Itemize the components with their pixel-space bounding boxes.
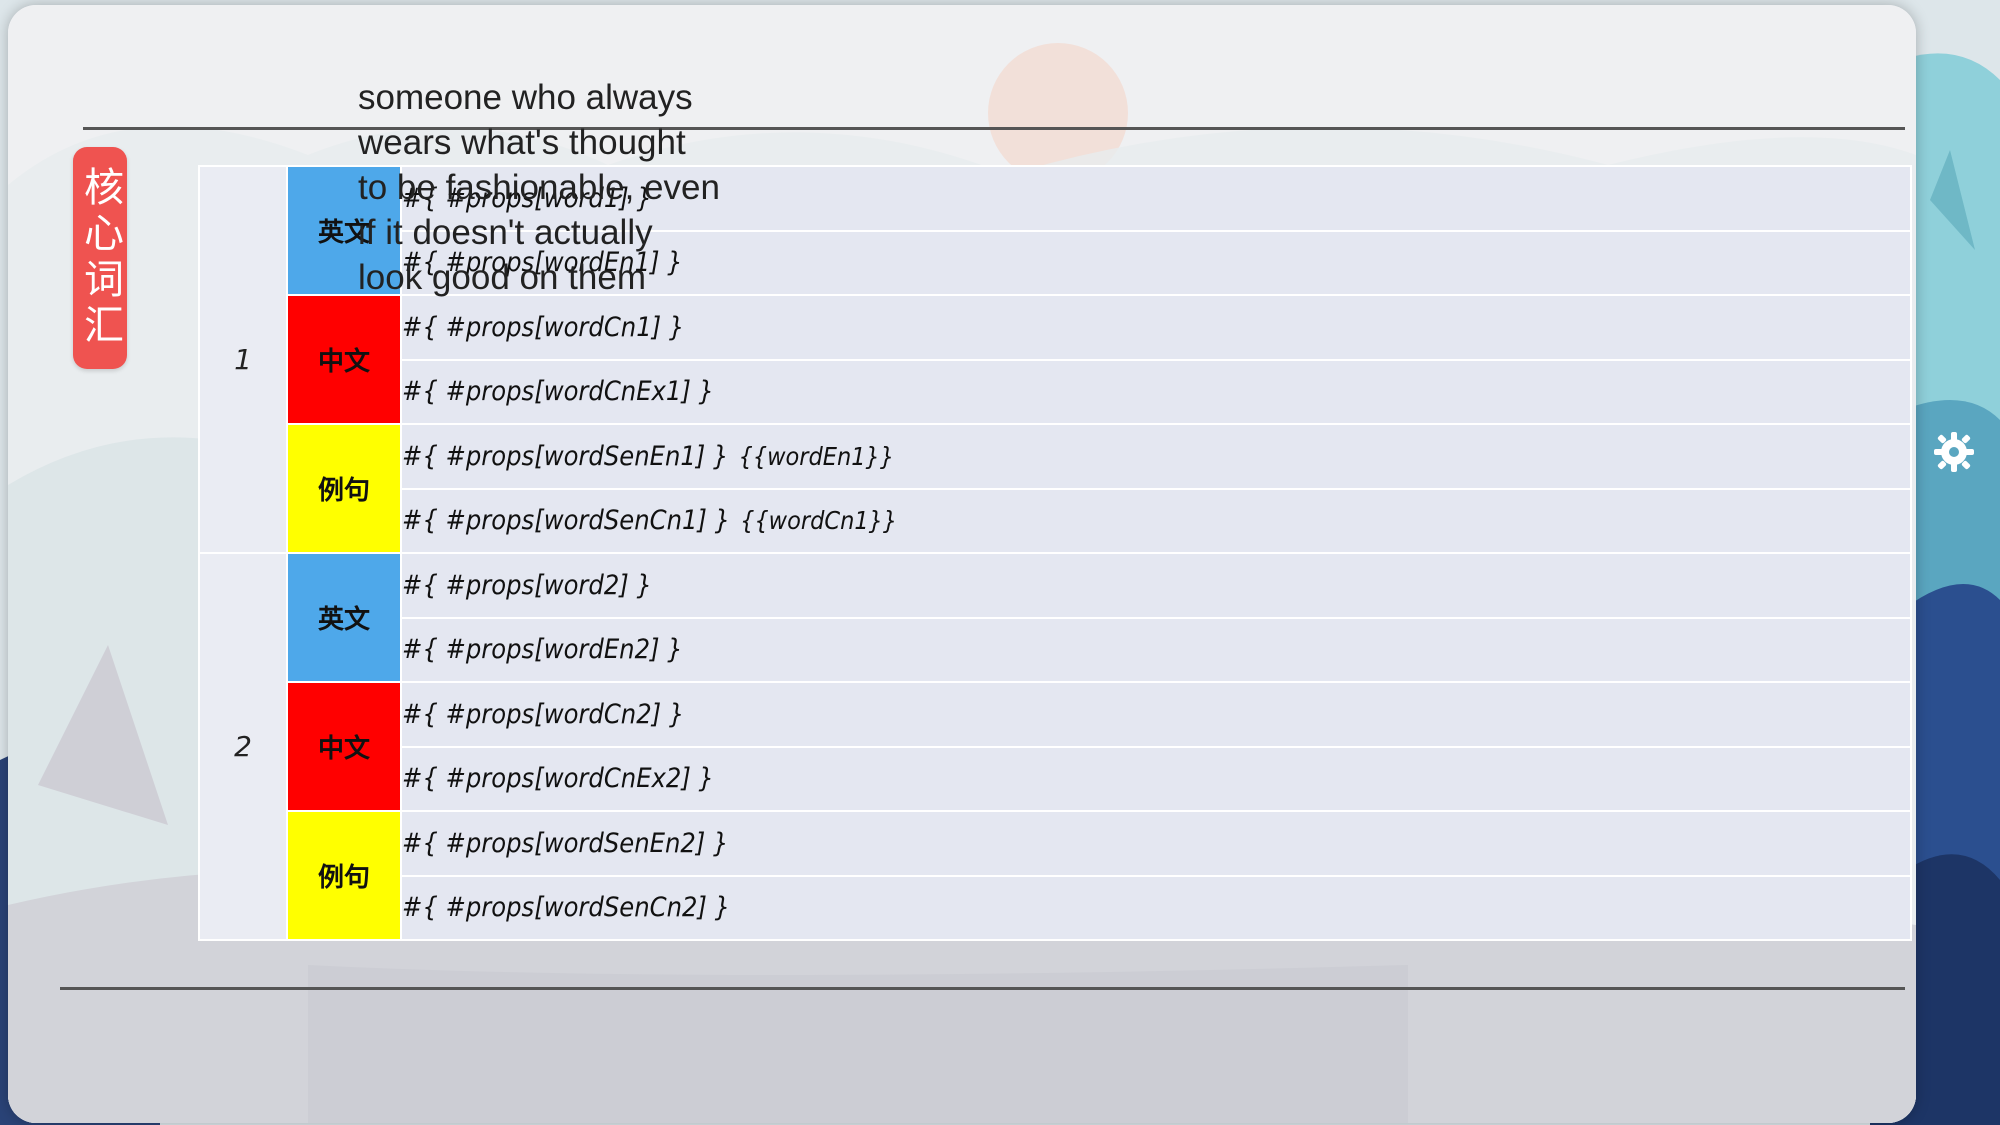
- table-row: 中文 #{ #props[wordCn1] }: [199, 294, 1912, 425]
- category-example: 例句: [286, 423, 402, 554]
- top-divider: [83, 127, 1905, 130]
- sentence-chinese-field: #{ #props[wordSenCn1] } {{wordCn1}}: [400, 487, 1912, 554]
- core-vocab-badge: 核心词汇: [73, 147, 127, 369]
- slide-panel: 核心词汇 1 英文 #{ #props[word1] } #{ #props[w…: [8, 5, 1916, 1123]
- table-row: 例句 #{ #props[wordSenEn1] } {{wordEn1}}: [199, 423, 1912, 554]
- badge-label: 核心词汇: [77, 166, 123, 350]
- definition-overlay-text: someone who always wears what's thought …: [358, 78, 720, 297]
- sentence-chinese-field: #{ #props[wordSenCn2] }: [400, 874, 1912, 941]
- category-example: 例句: [286, 810, 402, 941]
- table-row: #{ #props[wordSenCn1] } {{wordCn1}}: [199, 487, 1912, 554]
- sentence-english-field: #{ #props[wordSenEn1] } {{wordEn1}}: [400, 423, 1912, 490]
- word-chinese-example-field: #{ #props[wordCnEx1] }: [400, 358, 1912, 425]
- word-english-field: #{ #props[wordEn2] }: [400, 616, 1912, 683]
- sentence-english-field: #{ #props[wordSenEn2] }: [400, 810, 1912, 877]
- category-chinese: 中文: [286, 294, 402, 425]
- word-chinese-field: #{ #props[wordCn1] }: [400, 294, 1912, 361]
- word-chinese-field: #{ #props[wordCn2] }: [400, 681, 1912, 748]
- category-english: 英文: [286, 552, 402, 683]
- table-row: #{ #props[wordSenCn2] }: [199, 874, 1912, 941]
- word-chinese-example-field: #{ #props[wordCnEx2] }: [400, 745, 1912, 812]
- group-number: 1: [198, 165, 288, 554]
- gear-icon[interactable]: [1930, 428, 1978, 476]
- table-row: 中文 #{ #props[wordCn2] }: [199, 681, 1912, 812]
- category-chinese: 中文: [286, 681, 402, 812]
- table-row: #{ #props[wordCnEx2] }: [199, 745, 1912, 812]
- table-row: 例句 #{ #props[wordSenEn2] }: [199, 810, 1912, 941]
- word-field: #{ #props[word2] }: [400, 552, 1912, 619]
- table-row: #{ #props[wordCnEx1] }: [199, 358, 1912, 425]
- table-row: #{ #props[wordEn2] }: [199, 616, 1912, 683]
- table-row: 2 英文 #{ #props[word2] }: [198, 552, 1912, 941]
- sentence-tag: {{wordEn1}}: [738, 441, 895, 471]
- sentence-tag: {{wordCn1}}: [740, 506, 898, 536]
- group-number: 2: [198, 552, 288, 941]
- bottom-divider: [60, 987, 1905, 990]
